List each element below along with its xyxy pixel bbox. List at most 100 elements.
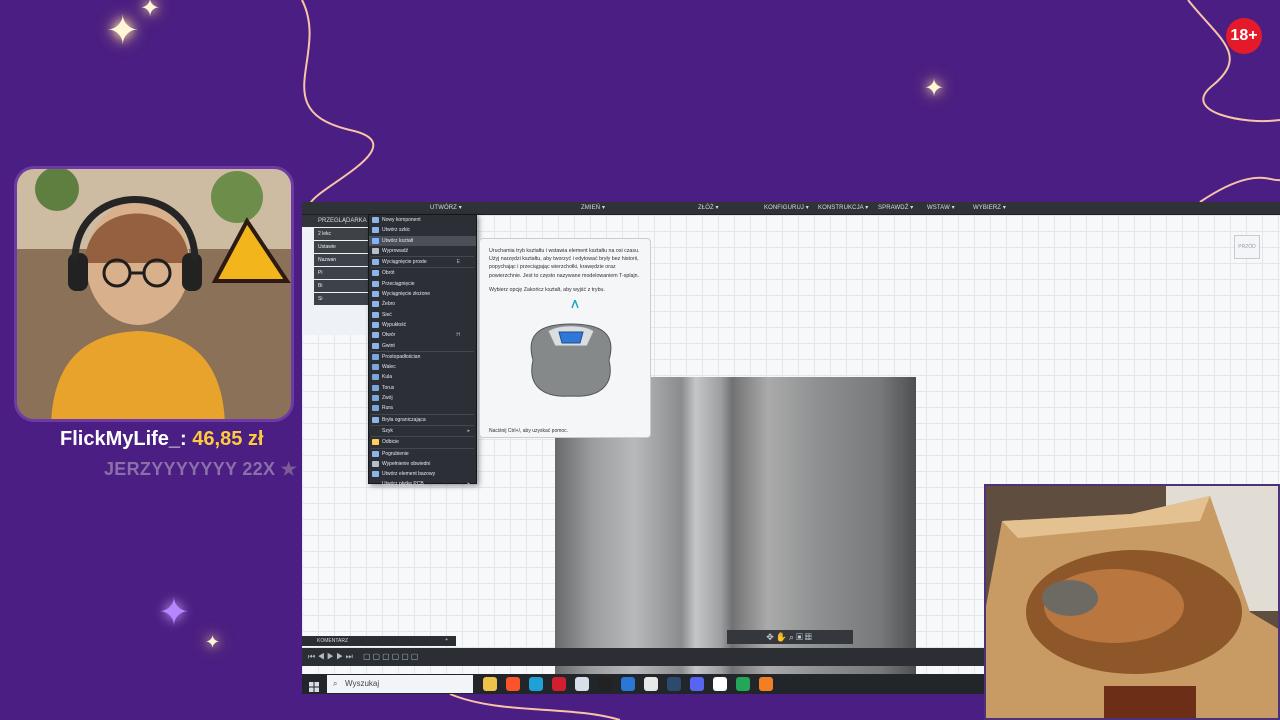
spreadsheet-icon[interactable] — [736, 677, 750, 691]
opera-icon[interactable] — [552, 677, 566, 691]
menu-item-label: Gwint — [382, 342, 395, 349]
edge-icon[interactable] — [529, 677, 543, 691]
menu-item-label: Utwórz kształt — [382, 237, 414, 244]
menu-item-icon — [372, 332, 379, 339]
menu-item-15[interactable]: Kula — [369, 372, 476, 382]
menu-item-icon — [372, 291, 379, 298]
navigation-toolbar: ✥✋⌕▣▦ — [727, 630, 853, 644]
menu-item-25[interactable]: Utwórz płytkę PCB ▸ — [369, 479, 476, 489]
thunderbird-icon[interactable] — [575, 677, 589, 691]
comment-panel[interactable]: KOMENTARZ + — [302, 636, 456, 646]
pan-icon[interactable]: ✋ — [776, 632, 789, 642]
create-dropdown-menu: Nowy komponent Utwórz szkic Utwórz kształt… — [368, 214, 477, 487]
play-icon[interactable]: ▶ — [327, 652, 334, 661]
menu-item-23[interactable]: Wypełnienie obwiedni — [369, 459, 476, 469]
search-icon: ⌕ — [333, 679, 338, 688]
menu-item-9[interactable]: Sieć — [369, 310, 476, 320]
cat-image — [986, 486, 1278, 718]
menu-create[interactable]: UTWÓRZ ▾ — [430, 204, 462, 211]
menu-item-icon — [372, 311, 379, 318]
create-form-tooltip: Uruchamia tryb kształtu i wstawia elemen… — [479, 238, 651, 438]
comment-panel-label: KOMENTARZ — [317, 638, 349, 644]
menu-item-17[interactable]: Zwój — [369, 393, 476, 403]
chrome-icon[interactable] — [644, 677, 658, 691]
menu-item-12[interactable]: Gwint — [369, 341, 476, 351]
viewcube[interactable]: PRZÓD — [1234, 235, 1260, 259]
menu-item-14[interactable]: Walec — [369, 362, 476, 372]
timeline-features[interactable]: ▢▢▢▢▢▢ — [363, 652, 420, 661]
streamer-webcam — [14, 166, 294, 422]
previous-step-icon[interactable]: ◀ — [317, 652, 324, 661]
menu-item-0[interactable]: Nowy komponent — [369, 215, 476, 225]
menu-inspect[interactable]: SPRAWDŹ ▾ — [878, 204, 913, 211]
menu-item-label: Wypełnienie obwiedni — [382, 460, 431, 467]
menu-item-1[interactable]: Utwórz szkic — [369, 225, 476, 235]
menu-item-11[interactable]: Otwór H — [369, 330, 476, 340]
menu-item-16[interactable]: Torus — [369, 383, 476, 393]
add-comment-icon[interactable]: + — [445, 637, 448, 643]
first-step-icon[interactable]: ⏮ — [308, 652, 315, 661]
menu-item-21[interactable]: Odbicie — [369, 437, 476, 447]
viewcube-label: PRZÓD — [1238, 244, 1256, 250]
menu-item-7[interactable]: Wyciągnięcie złożone — [369, 289, 476, 299]
menu-item-2[interactable]: Utwórz kształt — [369, 235, 476, 246]
taskbar-pinned-apps — [483, 677, 773, 691]
last-step-icon[interactable]: ⏭ — [346, 652, 353, 661]
steam-icon[interactable] — [667, 677, 681, 691]
zoom-icon[interactable]: ⌕ — [789, 632, 796, 642]
browser-row-views[interactable]: Nazwan — [314, 254, 375, 266]
menu-item-6[interactable]: Przeciągnięcie — [369, 279, 476, 289]
file-explorer-icon[interactable] — [483, 677, 497, 691]
menu-item-label: Wyciągnięcie proste — [382, 259, 427, 266]
menu-item-label: Torus — [382, 384, 395, 391]
brave-icon[interactable] — [506, 677, 520, 691]
menu-item-label: Obrót — [382, 270, 395, 277]
menu-item-label: Bryła ograniczająca — [382, 416, 426, 423]
menu-item-icon — [372, 384, 379, 391]
menu-item-13[interactable]: Prostopadłościan — [369, 352, 476, 362]
browser-row-root[interactable]: 2 lekc — [314, 228, 375, 240]
discord-icon[interactable] — [690, 677, 704, 691]
menu-item-4[interactable]: Wyciągnięcie proste E — [369, 257, 476, 267]
menu-assemble[interactable]: ZŁÓŻ ▾ — [698, 204, 719, 211]
menu-item-label: Wyciągnięcie złożone — [382, 291, 431, 298]
next-step-icon[interactable]: ▶ — [336, 652, 343, 661]
menu-item-19[interactable]: Bryła ograniczająca — [369, 415, 476, 425]
photos-icon[interactable] — [621, 677, 635, 691]
github-icon[interactable] — [713, 677, 727, 691]
menu-item-label: Szyk — [382, 427, 393, 434]
menu-item-label: Rura — [382, 405, 393, 412]
start-button[interactable] — [309, 679, 319, 692]
menu-select[interactable]: WYBIERZ ▾ — [973, 204, 1006, 211]
menu-item-20[interactable]: Szyk ▸ — [369, 426, 476, 436]
menu-item-22[interactable]: Pogrubienie — [369, 449, 476, 459]
menu-item-5[interactable]: Obrót — [369, 268, 476, 278]
menu-insert[interactable]: WSTAW ▾ — [927, 204, 955, 211]
menu-construct[interactable]: KONSTRUKCJA ▾ — [818, 204, 868, 211]
browser-title: PRZEGLĄDARKA — [302, 215, 377, 227]
fusion-icon[interactable] — [759, 677, 773, 691]
menu-item-icon — [372, 247, 379, 254]
menu-modify[interactable]: ZMIEŃ ▾ — [581, 204, 605, 211]
browser-row-b[interactable]: Bi — [314, 280, 375, 292]
menu-item-18[interactable]: Rura — [369, 403, 476, 413]
taskbar-search[interactable]: ⌕ Wyszukaj — [327, 675, 473, 693]
grid-settings-icon[interactable]: ▦ — [805, 632, 814, 642]
search-placeholder: Wyszukaj — [345, 679, 380, 688]
menu-item-label: Pogrubienie — [382, 450, 409, 457]
menu-item-8[interactable]: Żebro — [369, 299, 476, 309]
display-settings-icon[interactable]: ▣ — [796, 632, 805, 642]
menu-item-10[interactable]: Wypukłość — [369, 320, 476, 330]
menu-item-3[interactable]: Wyprowadź — [369, 246, 476, 256]
obs-icon[interactable] — [598, 677, 612, 691]
menu-item-label: Zwój — [382, 395, 393, 402]
menu-item-24[interactable]: Utwórz element bazowy — [369, 469, 476, 479]
submenu-arrow-icon: ▸ — [467, 427, 470, 434]
orbit-icon[interactable]: ✥ — [766, 632, 776, 642]
browser-panel: PRZEGLĄDARKA 2 lekc Ustawie Nazwan Pi Bi… — [302, 215, 378, 335]
browser-row-settings[interactable]: Ustawie — [314, 241, 375, 253]
menu-configure[interactable]: KONFIGURUJ ▾ — [764, 204, 809, 211]
menu-item-shortcut: E — [456, 259, 460, 266]
browser-row-p[interactable]: Pi — [314, 267, 375, 279]
browser-row-s[interactable]: Si — [314, 293, 375, 305]
